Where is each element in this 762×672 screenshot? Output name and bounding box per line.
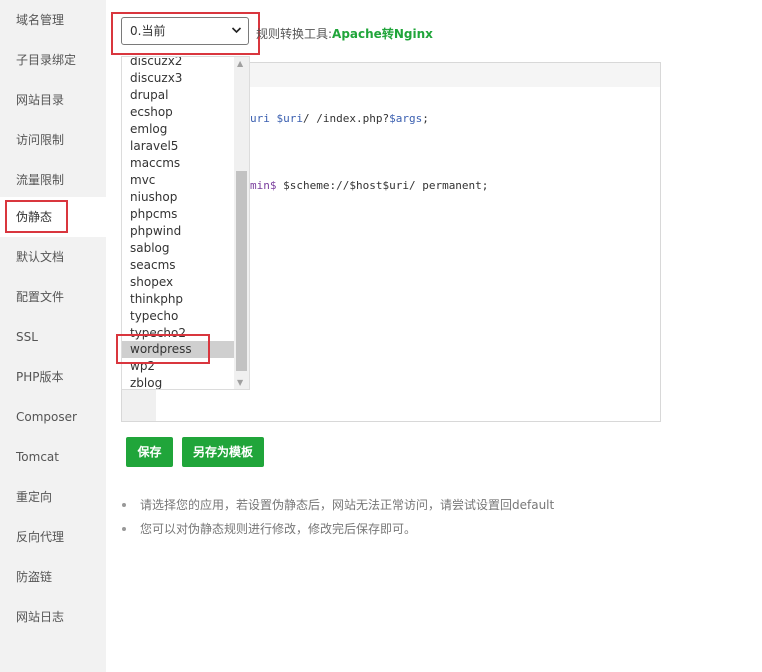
- help-notes: 请选择您的应用，若设置伪静态后，网站无法正常访问，请尝试设置回default 您…: [122, 495, 554, 543]
- scrollbar-thumb[interactable]: [236, 171, 247, 371]
- rewrite-template-select[interactable]: 0.当前: [121, 17, 249, 45]
- save-as-template-button[interactable]: 另存为模板: [182, 437, 264, 467]
- sidebar: 域名管理 子目录绑定 网站目录 访问限制 流量限制 伪静态 默认文档 配置文件 …: [0, 0, 106, 672]
- sidebar-item-composer[interactable]: Composer: [0, 397, 106, 437]
- option-emlog[interactable]: emlog: [122, 121, 235, 138]
- option-mvc[interactable]: mvc: [122, 172, 235, 189]
- option-sablog[interactable]: sablog: [122, 240, 235, 257]
- dropdown-scrollbar[interactable]: ▲ ▼: [234, 57, 249, 389]
- save-button[interactable]: 保存: [126, 437, 173, 467]
- convert-tool-text: 规则转换工具:: [256, 27, 333, 41]
- sidebar-item-ssl[interactable]: SSL: [0, 317, 106, 357]
- note-item: 您可以对伪静态规则进行修改，修改完后保存即可。: [122, 519, 554, 543]
- sidebar-item-access-limit[interactable]: 访问限制: [0, 120, 106, 160]
- sidebar-item-rewrite[interactable]: 伪静态: [0, 197, 106, 237]
- option-discuzx3[interactable]: discuzx3: [122, 70, 235, 87]
- option-typecho[interactable]: typecho: [122, 308, 235, 325]
- convert-tool-label: 规则转换工具:Apache转Nginx: [256, 25, 433, 42]
- sidebar-item-subdir-binding[interactable]: 子目录绑定: [0, 40, 106, 80]
- sidebar-item-tomcat[interactable]: Tomcat: [0, 437, 106, 477]
- bullet-icon: [122, 527, 126, 531]
- sidebar-item-domain[interactable]: 域名管理: [0, 0, 106, 40]
- note-item: 请选择您的应用，若设置伪静态后，网站无法正常访问，请尝试设置回default: [122, 495, 554, 519]
- option-discuzx2[interactable]: discuzx2: [122, 57, 235, 70]
- option-seacms[interactable]: seacms: [122, 257, 235, 274]
- option-thinkphp[interactable]: thinkphp: [122, 291, 235, 308]
- option-laravel5[interactable]: laravel5: [122, 138, 235, 155]
- code-line-try-files: uri $uri/ /index.php?$args;: [250, 112, 429, 125]
- sidebar-item-reverse-proxy[interactable]: 反向代理: [0, 517, 106, 557]
- sidebar-item-redirect[interactable]: 重定向: [0, 477, 106, 517]
- option-typecho2[interactable]: typecho2: [122, 325, 235, 342]
- option-wordpress[interactable]: wordpress: [122, 341, 235, 358]
- sidebar-item-default-doc[interactable]: 默认文档: [0, 237, 106, 277]
- scroll-down-icon[interactable]: ▼: [237, 378, 243, 387]
- sidebar-item-config-file[interactable]: 配置文件: [0, 277, 106, 317]
- select-value: 0.当前: [130, 24, 166, 38]
- option-drupal[interactable]: drupal: [122, 87, 235, 104]
- option-zblog[interactable]: zblog: [122, 375, 235, 389]
- sidebar-item-traffic-limit[interactable]: 流量限制: [0, 160, 106, 200]
- option-phpcms[interactable]: phpcms: [122, 206, 235, 223]
- option-phpwind[interactable]: phpwind: [122, 223, 235, 240]
- sidebar-item-site-directory[interactable]: 网站目录: [0, 80, 106, 120]
- option-maccms[interactable]: maccms: [122, 155, 235, 172]
- scroll-up-icon[interactable]: ▲: [237, 59, 243, 68]
- option-wp2[interactable]: wp2: [122, 358, 235, 375]
- option-niushop[interactable]: niushop: [122, 189, 235, 206]
- bullet-icon: [122, 503, 126, 507]
- sidebar-item-site-logs[interactable]: 网站日志: [0, 597, 106, 637]
- rewrite-template-dropdown[interactable]: discuzx2 discuzx3 drupal ecshop emlog la…: [121, 56, 250, 390]
- chevron-down-icon: [231, 18, 242, 54]
- sidebar-item-hotlink-protection[interactable]: 防盗链: [0, 557, 106, 597]
- code-line-rewrite: min$ $scheme://$host$uri/ permanent;: [250, 179, 489, 192]
- apache-to-nginx-link[interactable]: Apache转Nginx: [332, 27, 433, 41]
- option-ecshop[interactable]: ecshop: [122, 104, 235, 121]
- option-shopex[interactable]: shopex: [122, 274, 235, 291]
- sidebar-item-php-version[interactable]: PHP版本: [0, 357, 106, 397]
